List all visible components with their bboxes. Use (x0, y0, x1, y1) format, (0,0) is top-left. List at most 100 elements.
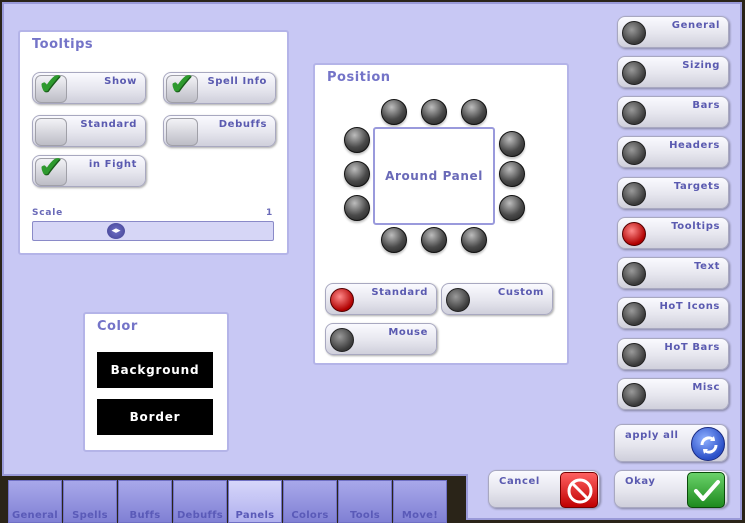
tab-label: Buffs (129, 510, 161, 521)
scale-slider[interactable]: ◂▸ (32, 221, 274, 241)
apply-all-button[interactable]: apply all (614, 424, 728, 462)
tab-label: Spells (72, 510, 108, 521)
standard-checkbox[interactable]: Standard (32, 115, 146, 147)
sidebar-item-hot-icons[interactable]: HoT Icons (617, 297, 729, 329)
radio-icon (622, 182, 646, 206)
radio-icon (446, 288, 470, 312)
anchor-bottom-right-knob[interactable] (461, 227, 487, 253)
radio-icon (330, 328, 354, 352)
tab-debuffs[interactable]: Debuffs (173, 480, 227, 523)
sidebar-item-label: Targets (673, 181, 720, 192)
apply-all-label: apply all (625, 430, 679, 441)
radio-selected-icon (622, 222, 646, 246)
anchor-left-top-knob[interactable] (344, 127, 370, 153)
tab-panels[interactable]: Panels (228, 480, 282, 523)
show-checkbox[interactable]: ✔ Show (32, 67, 146, 104)
tab-label: Move! (401, 510, 439, 521)
slider-thumb-icon[interactable]: ◂▸ (107, 223, 125, 239)
in-fight-checkbox[interactable]: ✔ in Fight (32, 150, 146, 187)
debuffs-label: Debuffs (218, 119, 267, 130)
check-icon: ✔ (38, 67, 64, 102)
sidebar-item-label: Misc (692, 382, 720, 393)
tab-label: General (11, 510, 59, 521)
tab-buffs[interactable]: Buffs (118, 480, 172, 523)
tab-colors[interactable]: Colors (283, 480, 337, 523)
anchor-left-bottom-knob[interactable] (344, 195, 370, 221)
tab-general[interactable]: General (8, 480, 62, 523)
radio-icon (622, 262, 646, 286)
debuffs-checkbox[interactable]: Debuffs (163, 115, 276, 147)
tooltips-title: Tooltips (32, 37, 94, 52)
radio-icon (622, 383, 646, 407)
refresh-arrows-icon (691, 427, 725, 461)
sidebar-item-label: Sizing (682, 60, 720, 71)
anchor-bottom-left-knob[interactable] (381, 227, 407, 253)
position-mouse-label: Mouse (388, 327, 428, 338)
in-fight-label: in Fight (88, 159, 137, 170)
background-color-button[interactable]: Background (97, 352, 213, 388)
okay-button[interactable]: Okay (614, 470, 728, 508)
checkmark-icon (687, 472, 725, 508)
tab-tools[interactable]: Tools (338, 480, 392, 523)
sidebar-item-text[interactable]: Text (617, 257, 729, 289)
sidebar-item-label: Bars (692, 100, 720, 111)
position-standard-label: Standard (371, 287, 428, 298)
check-icon: ✔ (169, 67, 195, 102)
position-standard-radio[interactable]: Standard (325, 283, 437, 315)
spell-info-checkbox[interactable]: ✔ Spell Info (163, 70, 276, 104)
sidebar-item-label: General (671, 20, 720, 31)
anchor-bottom-knob[interactable] (421, 227, 447, 253)
anchor-right-top-knob[interactable] (499, 131, 525, 157)
show-label: Show (104, 76, 137, 87)
tab-label: Colors (291, 510, 329, 521)
sidebar-item-sizing[interactable]: Sizing (617, 56, 729, 88)
check-icon: ✔ (38, 150, 64, 185)
position-mouse-radio[interactable]: Mouse (325, 323, 437, 355)
scale-value: 1 (265, 208, 273, 218)
anchor-right-bottom-knob[interactable] (499, 195, 525, 221)
sidebar-item-hot-bars[interactable]: HoT Bars (617, 338, 729, 370)
anchor-top-left-knob[interactable] (381, 99, 407, 125)
sidebar-item-label: Headers (669, 140, 720, 151)
cancel-button[interactable]: Cancel (488, 470, 600, 508)
radio-selected-icon (330, 288, 354, 312)
border-color-button[interactable]: Border (97, 399, 213, 435)
tab-label: Panels (235, 510, 275, 521)
anchor-right-knob[interactable] (499, 161, 525, 187)
tab-spells[interactable]: Spells (63, 480, 117, 523)
sidebar-item-misc[interactable]: Misc (617, 378, 729, 410)
sidebar-item-tooltips[interactable]: Tooltips (617, 217, 729, 249)
bottom-tab-bar: General Spells Buffs Debuffs Panels Colo… (8, 480, 468, 523)
position-title: Position (327, 70, 391, 85)
anchor-top-right-knob[interactable] (461, 99, 487, 125)
sidebar-item-label: Text (694, 261, 720, 272)
around-panel-box: Around Panel (373, 127, 495, 225)
color-title: Color (97, 319, 138, 334)
sidebar-item-label: HoT Icons (659, 301, 720, 312)
position-custom-radio[interactable]: Custom (441, 283, 553, 315)
standard-label: Standard (80, 119, 137, 130)
okay-label: Okay (625, 476, 656, 487)
anchor-left-knob[interactable] (344, 161, 370, 187)
scale-label: Scale (32, 208, 64, 218)
sidebar-item-targets[interactable]: Targets (617, 177, 729, 209)
radio-icon (622, 61, 646, 85)
standard-check-box (35, 118, 67, 146)
no-entry-icon (560, 472, 598, 508)
sidebar-item-label: HoT Bars (664, 342, 720, 353)
sidebar-item-general[interactable]: General (617, 16, 729, 48)
tab-label: Tools (349, 510, 381, 521)
radio-icon (622, 302, 646, 326)
cancel-label: Cancel (499, 476, 540, 487)
tab-label: Debuffs (176, 510, 224, 521)
position-custom-label: Custom (497, 287, 544, 298)
radio-icon (622, 343, 646, 367)
anchor-top-knob[interactable] (421, 99, 447, 125)
tab-move[interactable]: Move! (393, 480, 447, 523)
radio-icon (622, 141, 646, 165)
tooltips-panel: Tooltips ✔ Show ✔ Spell Info Standard De… (18, 30, 289, 255)
spell-info-check-box: ✔ (166, 70, 198, 103)
sidebar-item-headers[interactable]: Headers (617, 136, 729, 168)
sidebar-item-bars[interactable]: Bars (617, 96, 729, 128)
position-panel: Position Around Panel Standard Custom Mo… (313, 63, 569, 365)
